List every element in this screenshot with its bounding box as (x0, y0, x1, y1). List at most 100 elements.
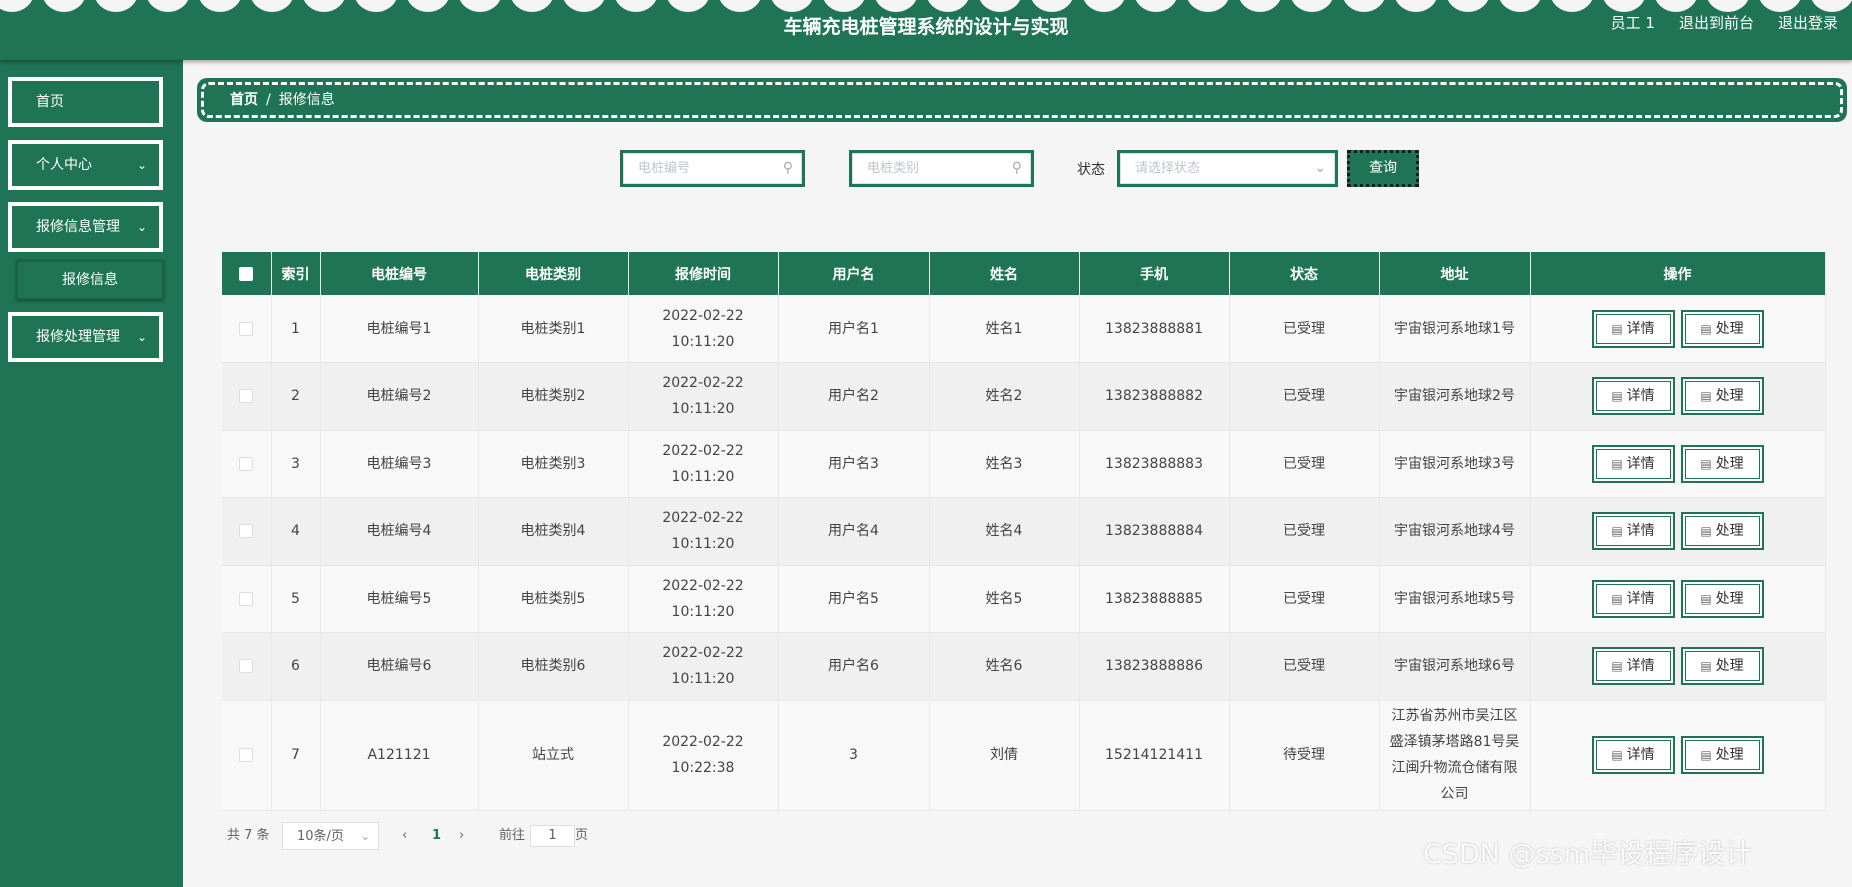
cell-pile-type: 站立式 (478, 700, 629, 811)
detail-button[interactable]: ▤ 详情 (1591, 377, 1675, 416)
process-button-inner: ▤ 处理 (1684, 448, 1760, 479)
row-checkbox[interactable] (239, 321, 254, 336)
row-checkbox[interactable] (239, 389, 254, 404)
row-checkbox[interactable] (239, 524, 254, 539)
select-all-checkbox[interactable] (239, 266, 254, 281)
sidebar-subitem-repair-info[interactable]: 报修信息 (16, 260, 164, 300)
pile-type-input[interactable]: 电桩类别 ⚲ (852, 153, 1031, 184)
document-icon: ▤ (1700, 659, 1712, 674)
document-icon: ▤ (1611, 524, 1623, 539)
back-to-front-link[interactable]: 退出到前台 (1679, 12, 1754, 33)
chevron-down-icon: ⌄ (360, 830, 370, 843)
document-icon: ▤ (1700, 456, 1712, 471)
cell-select[interactable] (222, 497, 272, 566)
goto-page-input[interactable]: 1 (530, 825, 575, 847)
process-button[interactable]: ▤ 处理 (1680, 377, 1764, 416)
cell-address: 宇宙银河系地球6号 (1379, 632, 1531, 701)
header-select-all[interactable] (222, 252, 272, 295)
cell-actions: ▤ 详情 ▤ 处理 (1530, 497, 1826, 566)
process-button[interactable]: ▤ 处理 (1680, 309, 1764, 348)
detail-button[interactable]: ▤ 详情 (1591, 444, 1675, 483)
detail-button-label: 详情 (1626, 658, 1655, 675)
cell-index: 2 (271, 362, 321, 431)
cell-pile-no: 电桩编号3 (320, 430, 479, 498)
cell-select[interactable] (222, 632, 272, 701)
cell-username: 用户名6 (778, 632, 930, 701)
detail-button[interactable]: ▤ 详情 (1591, 309, 1675, 348)
cell-pile-type: 电桩类别4 (478, 497, 629, 566)
cell-pile-type: 电桩类别5 (478, 565, 629, 633)
process-button[interactable]: ▤ 处理 (1680, 444, 1764, 483)
sidebar-item-personal-center[interactable]: 个人中心 ⌄ (8, 140, 163, 190)
scallop-shape (978, 0, 1022, 12)
process-button[interactable]: ▤ 处理 (1680, 647, 1764, 686)
cell-status: 已受理 (1229, 430, 1380, 498)
cell-select[interactable] (222, 362, 272, 431)
process-button-inner: ▤ 处理 (1684, 583, 1760, 614)
document-icon: ▤ (1700, 591, 1712, 606)
document-icon: ▤ (1700, 524, 1712, 539)
scallop-shape (198, 0, 242, 12)
sidebar-item-repair-process-mgmt[interactable]: 报修处理管理 ⌄ (8, 312, 163, 362)
next-page-button[interactable]: › (459, 822, 464, 850)
cell-phone: 13823888883 (1079, 430, 1230, 498)
detail-button[interactable]: ▤ 详情 (1591, 736, 1675, 774)
cell-select[interactable] (222, 430, 272, 498)
top-header: 车辆充电桩管理系统的设计与实现 员工 1 退出到前台 退出登录 (0, 0, 1852, 60)
row-checkbox[interactable] (239, 456, 254, 471)
header-pile-type: 电桩类别 (478, 252, 629, 295)
process-button-label: 处理 (1715, 747, 1744, 763)
scallop-shape (822, 0, 866, 12)
breadcrumb-home[interactable]: 首页 (230, 92, 258, 108)
pile-type-search-field[interactable]: 电桩类别 ⚲ (849, 150, 1034, 187)
cell-index: 4 (271, 497, 321, 566)
sidebar-item-repair-info-mgmt[interactable]: 报修信息管理 ⌄ (8, 202, 163, 252)
pile-no-input[interactable]: 电桩编号 ⚲ (623, 153, 802, 184)
row-checkbox[interactable] (239, 591, 254, 606)
process-button-inner: ▤ 处理 (1684, 381, 1760, 412)
current-user[interactable]: 员工 1 (1611, 12, 1655, 33)
detail-button[interactable]: ▤ 详情 (1591, 647, 1675, 686)
cell-repair-time: 2022-02-22 10:22:38 (628, 700, 779, 811)
cell-select[interactable] (222, 565, 272, 633)
scallop-shape (1602, 0, 1646, 12)
cell-status: 已受理 (1229, 295, 1380, 363)
cell-select[interactable] (222, 295, 272, 363)
document-icon: ▤ (1611, 321, 1623, 336)
prev-page-button[interactable]: ‹ (402, 822, 407, 850)
process-button-label: 处理 (1715, 658, 1744, 675)
page-number-1[interactable]: 1 (432, 822, 441, 850)
status-select-box[interactable]: 请选择状态 ⌄ (1120, 153, 1335, 184)
detail-button[interactable]: ▤ 详情 (1591, 579, 1675, 618)
status-select[interactable]: 请选择状态 ⌄ (1117, 150, 1338, 187)
cell-index: 7 (271, 700, 321, 811)
detail-button-inner: ▤ 详情 (1595, 583, 1671, 614)
process-button[interactable]: ▤ 处理 (1680, 512, 1764, 551)
process-button[interactable]: ▤ 处理 (1680, 736, 1764, 774)
cell-pile-no: 电桩编号5 (320, 565, 479, 633)
document-icon: ▤ (1611, 591, 1623, 606)
cell-phone: 13823888881 (1079, 295, 1230, 363)
breadcrumb: 首页 / 报修信息 (197, 78, 1847, 122)
query-button[interactable]: 查询 (1347, 150, 1419, 187)
process-button-inner: ▤ 处理 (1684, 740, 1760, 770)
logout-link[interactable]: 退出登录 (1778, 12, 1838, 33)
document-icon: ▤ (1700, 748, 1712, 762)
page-size-select[interactable]: 10条/页 ⌄ (282, 822, 379, 850)
cell-select[interactable] (222, 700, 272, 811)
detail-button[interactable]: ▤ 详情 (1591, 512, 1675, 551)
pile-no-search-field[interactable]: 电桩编号 ⚲ (620, 150, 805, 187)
process-button[interactable]: ▤ 处理 (1680, 579, 1764, 618)
header-scallop-decoration (0, 0, 1852, 12)
detail-button-label: 详情 (1626, 455, 1655, 472)
cell-status: 待受理 (1229, 700, 1380, 811)
chevron-down-icon: ⌄ (136, 220, 147, 234)
sidebar-item-home[interactable]: 首页 (8, 77, 163, 127)
cell-address: 宇宙银河系地球4号 (1379, 497, 1531, 566)
document-icon: ▤ (1611, 389, 1623, 404)
row-checkbox[interactable] (239, 748, 254, 762)
cell-index: 3 (271, 430, 321, 498)
scallop-shape (510, 0, 554, 12)
row-checkbox[interactable] (239, 659, 254, 674)
scallop-shape (1238, 0, 1282, 12)
